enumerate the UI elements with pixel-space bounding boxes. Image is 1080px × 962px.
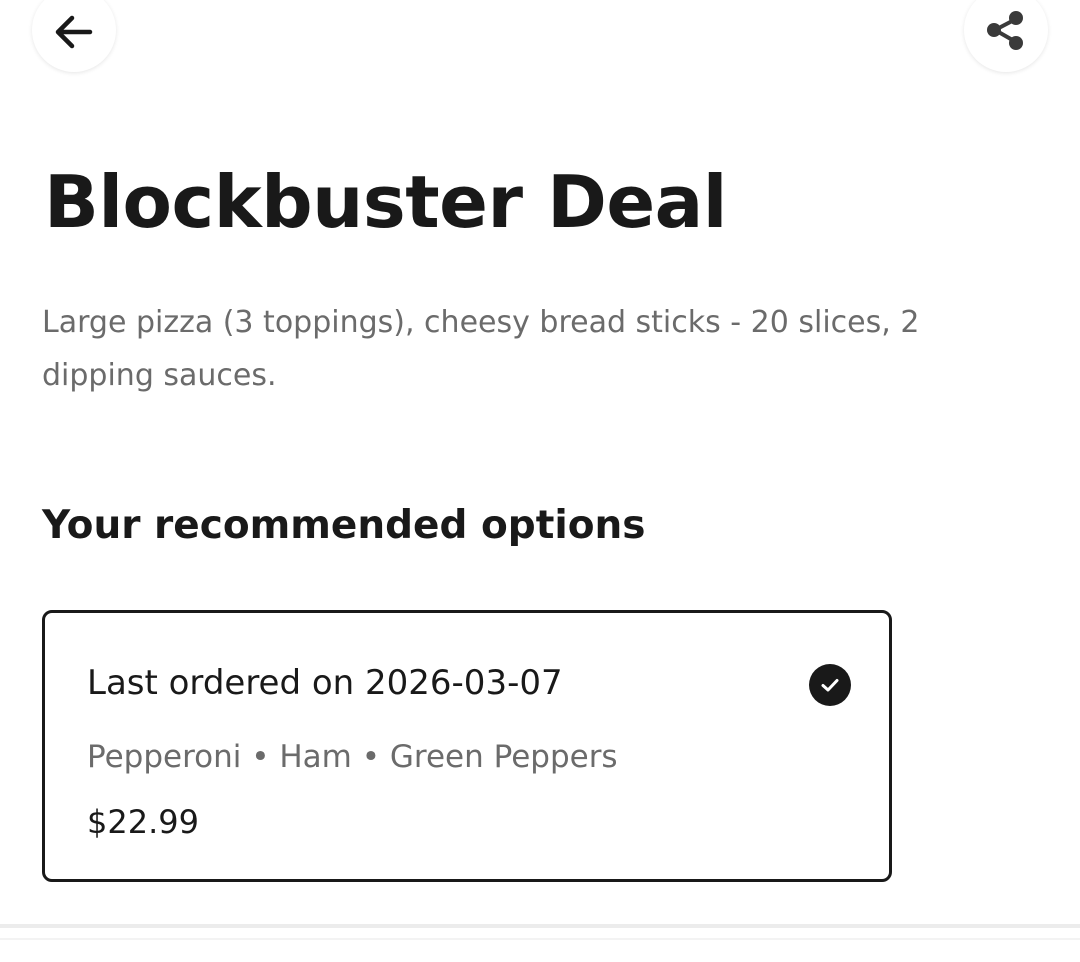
share-icon bbox=[987, 11, 1023, 50]
recommended-options-heading: Your recommended options bbox=[42, 503, 646, 548]
arrow-left-icon bbox=[55, 15, 93, 49]
share-button[interactable] bbox=[964, 0, 1048, 72]
option-price: $22.99 bbox=[87, 803, 199, 841]
recommended-option-card[interactable]: Last ordered on 2026-03-07 Pepperoni • H… bbox=[42, 610, 892, 882]
option-toppings: Pepperoni • Ham • Green Peppers bbox=[87, 739, 618, 775]
page-title: Blockbuster Deal bbox=[44, 160, 727, 244]
divider bbox=[0, 924, 1080, 928]
divider bbox=[0, 938, 1080, 940]
item-description: Large pizza (3 toppings), cheesy bread s… bbox=[42, 305, 920, 393]
item-detail-page: Blockbuster Deal Large pizza (3 toppings… bbox=[0, 0, 1080, 962]
check-circle-icon bbox=[809, 664, 851, 706]
option-title: Last ordered on 2026-03-07 bbox=[87, 663, 563, 703]
back-button[interactable] bbox=[32, 0, 116, 72]
